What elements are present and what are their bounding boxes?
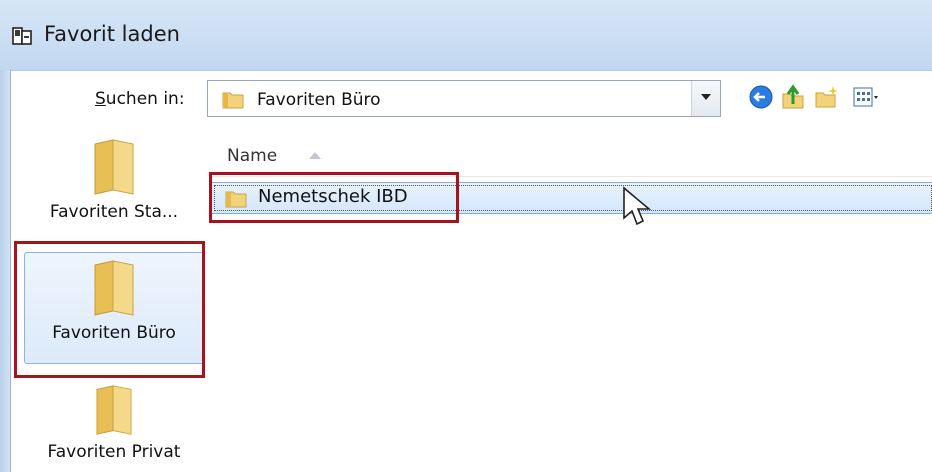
column-header-name[interactable]: Name — [211, 136, 932, 177]
places-item-favoriten-standard[interactable]: Favoriten Sta... — [24, 138, 204, 222]
places-item-favoriten-privat[interactable]: Favoriten Privat — [24, 384, 204, 462]
window-frame-left — [0, 70, 11, 472]
favorit-laden-dialog: Favorit laden Suchen in: Favoriten Büro … — [0, 0, 932, 472]
window-title: Favorit laden — [44, 22, 180, 46]
views-menu-icon[interactable] — [852, 84, 878, 110]
sort-ascending-icon — [309, 152, 321, 159]
highlight-box-file — [209, 172, 459, 223]
title-bar: Favorit laden — [0, 0, 932, 71]
places-item-label: Favoriten Sta... — [49, 202, 179, 222]
favorites-app-icon — [12, 27, 32, 45]
look-in-label-accesskey: S — [95, 89, 106, 109]
highlight-box-places — [14, 241, 205, 378]
look-in-dropdown[interactable]: Favoriten Büro — [207, 80, 721, 117]
look-in-label-text: uchen in: — [105, 89, 185, 109]
look-in-value: Favoriten Büro — [257, 90, 381, 110]
chevron-down-icon — [701, 94, 711, 100]
folder-icon — [222, 92, 244, 109]
back-icon[interactable] — [748, 84, 774, 110]
places-item-label: Favoriten Privat — [47, 442, 181, 462]
up-folder-icon[interactable] — [780, 84, 806, 110]
folder-icon — [96, 385, 132, 435]
column-name-label: Name — [227, 146, 278, 166]
look-in-label: Suchen in: — [95, 89, 185, 109]
folder-icon — [94, 139, 134, 195]
new-folder-icon[interactable] — [814, 84, 840, 110]
dropdown-arrow-button[interactable] — [691, 81, 720, 116]
mouse-cursor-icon — [623, 186, 652, 226]
